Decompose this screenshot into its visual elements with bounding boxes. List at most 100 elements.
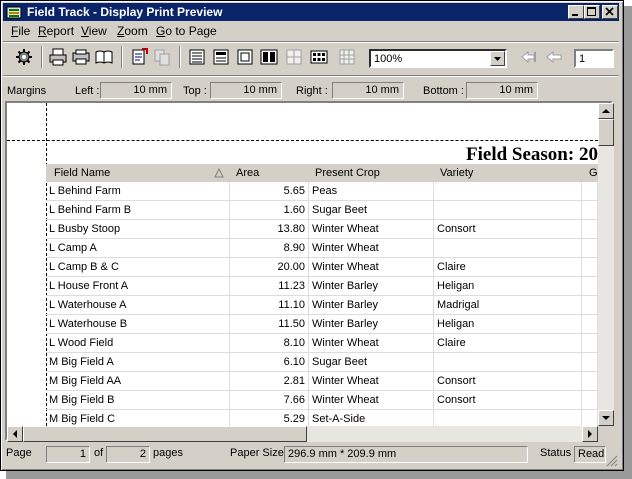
vertical-scroll-thumb[interactable] xyxy=(598,119,614,146)
export-button[interactable] xyxy=(128,46,150,68)
column-header-g[interactable]: G xyxy=(589,167,598,179)
page-number-input[interactable] xyxy=(574,49,614,68)
print-button[interactable] xyxy=(47,46,69,68)
variety-cell: Heligan xyxy=(434,277,582,296)
six-pages-button[interactable] xyxy=(308,46,330,68)
table-row: L Camp A 8.90 Winter Wheat xyxy=(46,239,598,258)
scroll-up-button[interactable] xyxy=(598,103,614,119)
g-cell xyxy=(582,410,598,426)
bottom-margin-label: Bottom : xyxy=(423,85,464,97)
print-all-button[interactable] xyxy=(70,46,92,68)
g-cell xyxy=(582,220,598,239)
zoom-select[interactable]: 100% xyxy=(369,49,507,68)
area-cell: 8.90 xyxy=(230,239,309,258)
title-bar[interactable]: Field Track - Display Print Preview xyxy=(3,3,619,21)
menu-report[interactable]: Report xyxy=(38,24,74,38)
menu-goto-mnemonic: G xyxy=(156,24,166,38)
scroll-right-button[interactable] xyxy=(582,426,598,442)
back-button[interactable] xyxy=(543,46,565,68)
variety-cell: Claire xyxy=(434,258,582,277)
previous-page-button[interactable] xyxy=(518,46,540,68)
book-view-button[interactable] xyxy=(93,46,115,68)
page-setup-button[interactable] xyxy=(13,46,35,68)
table-row: M Big Field B 7.66 Winter Wheat Consort xyxy=(46,391,598,410)
single-page-button[interactable] xyxy=(186,46,208,68)
menu-view[interactable]: View xyxy=(81,24,107,38)
area-cell: 6.10 xyxy=(230,353,309,372)
area-cell: 5.29 xyxy=(230,410,309,426)
whole-page-button[interactable] xyxy=(234,46,256,68)
left-margin-field[interactable]: 10 mm xyxy=(100,82,172,99)
column-header-variety[interactable]: Variety xyxy=(440,167,473,179)
area-cell: 5.65 xyxy=(230,182,309,201)
vertical-scrollbar[interactable] xyxy=(598,103,614,426)
menu-go-to-page[interactable]: Go to Page xyxy=(156,24,217,38)
field-name-cell: L Camp A xyxy=(46,239,230,258)
area-cell: 20.00 xyxy=(230,258,309,277)
variety-cell: Heligan xyxy=(434,315,582,334)
whole-page-icon xyxy=(237,49,253,65)
minimize-button[interactable] xyxy=(568,5,584,19)
g-cell xyxy=(582,201,598,220)
many-pages-button[interactable] xyxy=(336,46,358,68)
present-crop-cell: Winter Wheat xyxy=(309,258,434,277)
gear-icon xyxy=(16,49,32,65)
arrow-left-icon xyxy=(13,430,17,438)
table-header: Field Name Area Present Crop Variety G xyxy=(46,164,598,182)
column-header-area[interactable]: Area xyxy=(236,167,259,179)
column-header-present-crop[interactable]: Present Crop xyxy=(315,167,380,179)
toolbar-divider xyxy=(121,46,123,68)
resize-grip-icon[interactable] xyxy=(606,455,618,467)
g-cell xyxy=(582,239,598,258)
page-width-button[interactable] xyxy=(210,46,232,68)
page-width-icon xyxy=(213,49,229,65)
two-pages-button[interactable] xyxy=(258,46,280,68)
field-name-cell: L Camp B & C xyxy=(46,258,230,277)
area-cell: 11.23 xyxy=(230,277,309,296)
g-cell xyxy=(582,258,598,277)
multi-pages-icon xyxy=(310,50,328,64)
maximize-button[interactable] xyxy=(584,5,600,19)
horizontal-scrollbar[interactable] xyxy=(7,426,598,442)
present-crop-cell: Sugar Beet xyxy=(309,201,434,220)
table-row: M Big Field AA 2.81 Winter Wheat Consort xyxy=(46,372,598,391)
top-margin-guide[interactable] xyxy=(7,140,598,141)
status-page-value: 1 xyxy=(46,446,90,463)
variety-cell: Consort xyxy=(434,372,582,391)
report-table: Field Name Area Present Crop Variety G L… xyxy=(46,164,598,426)
window-shadow-right xyxy=(624,6,632,479)
menu-separator xyxy=(3,41,619,43)
toolbar-divider xyxy=(179,46,181,68)
minimize-icon xyxy=(572,14,578,16)
present-crop-cell: Winter Wheat xyxy=(309,334,434,353)
area-cell: 13.80 xyxy=(230,220,309,239)
scroll-down-button[interactable] xyxy=(598,410,614,426)
menu-zoom[interactable]: Zoom xyxy=(117,24,148,38)
menu-file[interactable]: File xyxy=(11,24,30,38)
top-margin-field[interactable]: 10 mm xyxy=(210,82,282,99)
copy-button[interactable] xyxy=(151,46,173,68)
scroll-left-button[interactable] xyxy=(7,426,23,442)
field-name-cell: M Big Field A xyxy=(46,353,230,372)
area-cell: 7.66 xyxy=(230,391,309,410)
variety-cell xyxy=(434,410,582,426)
book-icon xyxy=(95,50,113,64)
column-header-field-name[interactable]: Field Name xyxy=(54,167,110,179)
four-pages-button[interactable] xyxy=(283,46,305,68)
copy-icon xyxy=(154,49,170,66)
field-name-cell: L Waterhouse A xyxy=(46,296,230,315)
table-row: L House Front A 11.23 Winter Barley Heligan xyxy=(46,277,598,296)
close-button[interactable] xyxy=(602,5,618,19)
four-pages-icon xyxy=(286,49,302,65)
table-row: L Wood Field 8.10 Winter Wheat Claire xyxy=(46,334,598,353)
right-margin-field[interactable]: 10 mm xyxy=(332,82,404,99)
field-name-cell: L Busby Stoop xyxy=(46,220,230,239)
arrow-up-icon xyxy=(602,109,610,113)
g-cell xyxy=(582,315,598,334)
zoom-dropdown-button[interactable] xyxy=(490,51,505,66)
top-margin-label: Top : xyxy=(183,85,207,97)
arrow-down-icon xyxy=(602,416,610,420)
horizontal-scroll-thumb[interactable] xyxy=(23,426,307,442)
app-icon[interactable] xyxy=(6,4,22,20)
bottom-margin-field[interactable]: 10 mm xyxy=(466,82,538,99)
